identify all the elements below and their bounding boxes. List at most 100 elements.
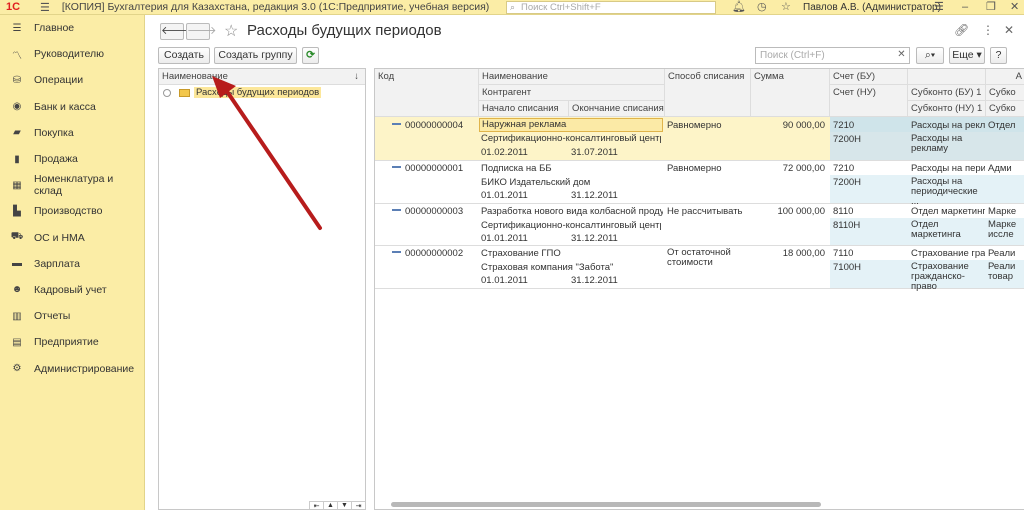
sidebar-item-hr[interactable]: ☻ Кадровый учет [0, 277, 144, 303]
cell-counterparty[interactable]: БИКО Издательский дом [481, 177, 661, 189]
cell-sub-bu[interactable]: Расходы на пери... [911, 163, 985, 175]
cell-acc-nu[interactable]: 8110Н [833, 220, 860, 232]
cell-acc-nu[interactable]: 7200Н [833, 177, 861, 189]
cell-sum[interactable]: 90 000,00 [751, 120, 825, 132]
sidebar-item-admin[interactable]: ⚙ Администрирование [0, 355, 144, 381]
sidebar-item-salary[interactable]: ▬ Зарплата [0, 251, 144, 277]
cell-acc-bu[interactable]: 7210 [833, 163, 854, 175]
col-header-sub-bu-2[interactable]: Субко [986, 85, 1024, 101]
expenses-table[interactable]: Код Наименование Контрагент Начало списа… [374, 68, 1024, 510]
col-header-sub-bu[interactable]: Субконто (БУ) 1 [908, 85, 986, 101]
cell-start[interactable]: 01.01.2011 [481, 275, 528, 287]
cell-code[interactable]: 00000000004 [405, 120, 463, 132]
sidebar-item-enterprise[interactable]: ▤ Предприятие [0, 329, 144, 355]
cell-end[interactable]: 31.12.2011 [571, 233, 618, 245]
cell-name[interactable]: Страхование ГПО [481, 248, 661, 260]
cell-acc-bu[interactable]: 7110 [833, 248, 853, 260]
close-form-icon[interactable]: ✕ [1004, 23, 1014, 37]
col-header-end[interactable]: Окончание списания [569, 101, 665, 117]
cell-sub-nu[interactable]: Расходы на периодические ... [911, 177, 985, 207]
history-icon[interactable]: ◷ [757, 0, 767, 15]
scroll-down-icon[interactable]: ▼ [337, 501, 351, 509]
cell-sum[interactable]: 18 000,00 [751, 248, 825, 260]
col-header-sub-nu[interactable]: Субконто (НУ) 1 [908, 101, 986, 117]
star-icon[interactable]: ☆ [781, 0, 791, 15]
cell-counterparty[interactable]: Сертификационно-консалтинговый центр Ко.… [481, 133, 661, 145]
forward-button[interactable]: 🡒 [186, 23, 217, 40]
col-header-acc-bu[interactable]: Счет (БУ) [830, 69, 908, 85]
col-header-method[interactable]: Способ списания [665, 69, 751, 117]
bell-icon[interactable]: 🔔︎ [732, 0, 746, 15]
col-header-sub-nu-2[interactable]: Субко [986, 101, 1024, 117]
col-header-counterparty[interactable]: Контрагент [479, 85, 665, 101]
sidebar-item-sales[interactable]: ▮ Продажа [0, 146, 144, 172]
clear-search-icon[interactable]: ✕ [893, 47, 910, 64]
scroll-up-icon[interactable]: ▲ [323, 501, 337, 509]
settings-menu-icon[interactable]: ☰ [934, 0, 944, 15]
col-header-acc-nu[interactable]: Счет (НУ) [830, 85, 908, 117]
cell-sub-bu[interactable]: Расходы на рекл... [911, 120, 985, 132]
cell-sub-nu[interactable]: Отдел маркетинга [911, 220, 971, 240]
scroll-bottom-icon[interactable]: ⇥ [351, 501, 365, 510]
cell-acc-nu[interactable]: 7200Н [833, 134, 861, 146]
cell-sub-nu[interactable]: Расходы на рекламу [911, 134, 983, 154]
tree-root-row[interactable]: Расходы будущих периодов [159, 85, 365, 100]
sidebar-item-operations[interactable]: ⛁ Операции [0, 67, 144, 93]
cell-sub-nu[interactable]: Страхование гражданско-право [911, 262, 985, 292]
sidebar-item-nomenclature[interactable]: ▦ Номенклатура и склад [0, 172, 144, 198]
help-button[interactable]: ? [990, 47, 1007, 64]
tree-column-header[interactable]: Наименование ↓ [159, 69, 365, 85]
main-menu-icon[interactable]: ☰ [40, 1, 50, 14]
cell-sub-bu-2[interactable]: Марке [988, 206, 1024, 218]
user-name[interactable]: Павлов А.В. (Администратор) [803, 0, 941, 15]
cell-code[interactable]: 00000000003 [405, 206, 463, 218]
col-header-start[interactable]: Начало списания [479, 101, 569, 117]
global-search-input[interactable]: ⌕ Поиск Ctrl+Shift+F [506, 1, 716, 14]
favorite-star-icon[interactable]: ☆ [224, 21, 238, 41]
groups-tree[interactable]: Наименование ↓ Расходы будущих периодов … [158, 68, 366, 510]
cell-acc-bu[interactable]: 7210 [833, 120, 854, 132]
cell-end[interactable]: 31.12.2011 [571, 190, 618, 202]
col-header-sum[interactable]: Сумма [751, 69, 830, 117]
cell-end[interactable]: 31.07.2011 [571, 147, 618, 159]
cell-method[interactable]: От остаточной стоимости [667, 248, 743, 268]
cell-acc-bu[interactable]: 8110 [833, 206, 853, 218]
link-icon[interactable]: 🔗︎ [954, 23, 969, 37]
cell-start[interactable]: 01.01.2011 [481, 190, 528, 202]
cell-start[interactable]: 01.01.2011 [481, 233, 528, 245]
cell-name[interactable]: Подписка на ББ [481, 163, 661, 175]
cell-start[interactable]: 01.02.2011 [481, 147, 528, 159]
sidebar-item-assets[interactable]: ⛟ ОС и НМА [0, 225, 144, 251]
cell-counterparty[interactable]: Страховая компания "Забота" [481, 262, 661, 274]
cell-code[interactable]: 00000000001 [405, 163, 463, 175]
sidebar-item-bank[interactable]: ◉ Банк и касса [0, 94, 144, 120]
cell-counterparty[interactable]: Сертификационно-консалтинговый центр Ко.… [481, 220, 661, 232]
horizontal-scrollbar[interactable] [391, 502, 821, 507]
cell-sum[interactable]: 100 000,00 [751, 206, 825, 218]
cell-acc-nu[interactable]: 7100Н [833, 262, 861, 274]
col-header-code[interactable]: Код [375, 69, 479, 117]
sidebar-item-main[interactable]: ☰ Главное [0, 15, 144, 41]
col-header-extra[interactable]: А [986, 69, 1024, 85]
cell-method[interactable]: Равномерно [667, 163, 722, 175]
refresh-icon[interactable]: ⟳ [302, 47, 319, 64]
more-vertical-icon[interactable]: ⋮ [982, 23, 994, 37]
sidebar-item-purchase[interactable]: ▰ Покупка [0, 120, 144, 146]
cell-sub-bu-2[interactable]: Реали [988, 248, 1024, 260]
cell-sub-nu-2[interactable]: Марке иссле [988, 220, 1020, 240]
search-dropdown-button[interactable]: ⌕▾ [916, 47, 944, 64]
cell-method[interactable]: Не рассчитывать [667, 206, 743, 218]
search-input[interactable]: Поиск (Ctrl+F) [755, 47, 910, 64]
cell-method[interactable]: Равномерно [667, 120, 722, 132]
cell-sum[interactable]: 72 000,00 [751, 163, 825, 175]
cell-sub-bu[interactable]: Страхование гра... [911, 248, 985, 260]
cell-end[interactable]: 31.12.2011 [571, 275, 618, 287]
sidebar-item-production[interactable]: ▙ Производство [0, 198, 144, 224]
cell-sub-bu-2[interactable]: Адми [988, 163, 1024, 175]
close-icon[interactable]: ✕ [1010, 0, 1019, 15]
cell-sub-nu-2[interactable]: Реали товар [988, 262, 1020, 282]
back-button[interactable]: 🡐 [160, 23, 191, 40]
create-button[interactable]: Создать [158, 47, 210, 64]
more-button[interactable]: Еще ▾ [949, 47, 985, 64]
sidebar-item-reports[interactable]: ▥ Отчеты [0, 303, 144, 329]
